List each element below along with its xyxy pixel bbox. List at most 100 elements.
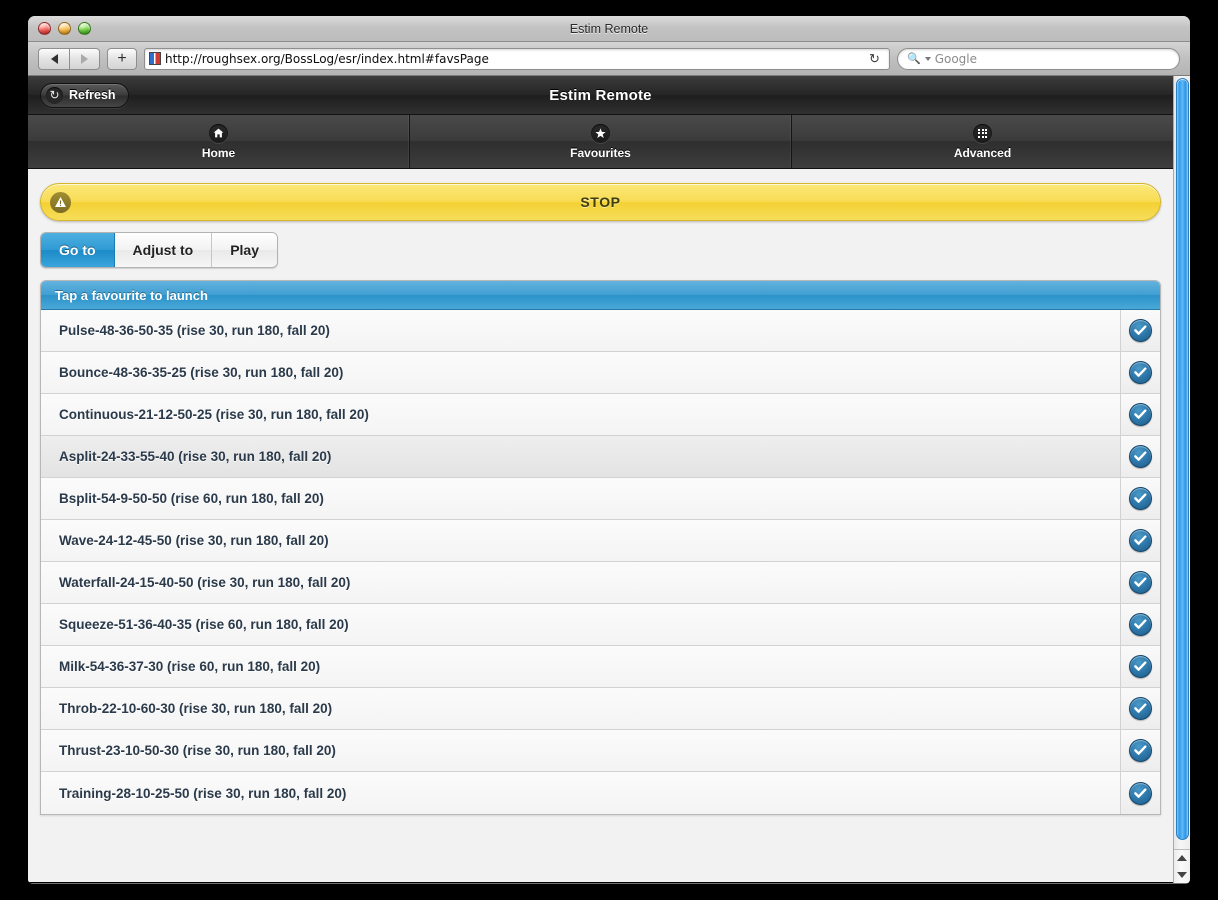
nav-item-advanced-label: Advanced: [953, 145, 1012, 160]
forward-button[interactable]: [69, 47, 100, 70]
navigation-buttons: [38, 47, 100, 70]
favourites-list: Tap a favourite to launch Pulse-48-36-50…: [40, 280, 1161, 815]
address-url-text: http://roughsex.org/BossLog/esr/index.ht…: [165, 51, 489, 66]
favourite-launch-button[interactable]: [1120, 772, 1160, 814]
check-circle-icon: [1129, 739, 1152, 762]
favourite-launch-button[interactable]: [1120, 730, 1160, 771]
nav-item-advanced[interactable]: Advanced: [792, 115, 1173, 168]
site-favicon-icon: [149, 52, 161, 65]
favourite-row[interactable]: Bounce-48-36-35-25 (rise 30, run 180, fa…: [41, 352, 1160, 394]
window-controls: [38, 22, 91, 35]
nav-item-favourites[interactable]: Favourites: [410, 115, 792, 168]
favourite-row-label: Wave-24-12-45-50 (rise 30, run 180, fall…: [59, 533, 329, 548]
favourite-row[interactable]: Bsplit-54-9-50-50 (rise 60, run 180, fal…: [41, 478, 1160, 520]
favourite-row[interactable]: Milk-54-36-37-30 (rise 60, run 180, fall…: [41, 646, 1160, 688]
favourite-launch-button[interactable]: [1120, 478, 1160, 519]
scroll-down-icon[interactable]: [1177, 871, 1187, 878]
favourite-row[interactable]: Waterfall-24-15-40-50 (rise 30, run 180,…: [41, 562, 1160, 604]
mode-selector: Go to Adjust to Play: [40, 232, 279, 268]
reload-icon[interactable]: ↻: [866, 51, 883, 67]
favourite-launch-button[interactable]: [1120, 310, 1160, 351]
page-viewport: ↻ Refresh Estim Remote Home Favourites A…: [28, 76, 1190, 883]
favourite-row[interactable]: Wave-24-12-45-50 (rise 30, run 180, fall…: [41, 520, 1160, 562]
page-title: Estim Remote: [549, 86, 652, 104]
main-nav-bar: Home Favourites Advanced: [28, 115, 1173, 169]
web-page: ↻ Refresh Estim Remote Home Favourites A…: [28, 76, 1173, 883]
favourites-list-rows: Pulse-48-36-50-35 (rise 30, run 180, fal…: [41, 310, 1160, 814]
check-circle-icon: [1129, 697, 1152, 720]
nav-item-home-label: Home: [201, 145, 236, 160]
favourite-launch-button[interactable]: [1120, 394, 1160, 435]
favourite-launch-button[interactable]: [1120, 520, 1160, 561]
close-window-button[interactable]: [38, 22, 51, 35]
page-scrollbar[interactable]: [1173, 76, 1190, 883]
favourite-row-label: Milk-54-36-37-30 (rise 60, run 180, fall…: [59, 659, 321, 674]
app-header: ↻ Refresh Estim Remote: [28, 76, 1173, 115]
window-title: Estim Remote: [569, 21, 649, 36]
favourite-row[interactable]: Squeeze-51-36-40-35 (rise 60, run 180, f…: [41, 604, 1160, 646]
nav-item-home[interactable]: Home: [28, 115, 410, 168]
favourite-row[interactable]: Pulse-48-36-50-35 (rise 30, run 180, fal…: [41, 310, 1160, 352]
search-placeholder-text: Google: [934, 51, 978, 66]
check-circle-icon: [1129, 571, 1152, 594]
alert-triangle-icon: [50, 191, 71, 213]
favourite-row-label: Bsplit-54-9-50-50 (rise 60, run 180, fal…: [59, 491, 324, 506]
favourite-row[interactable]: Thrust-23-10-50-30 (rise 30, run 180, fa…: [41, 730, 1160, 772]
search-field[interactable]: 🔍 Google: [897, 47, 1180, 70]
favourite-launch-button[interactable]: [1120, 562, 1160, 603]
favourite-row-label: Waterfall-24-15-40-50 (rise 30, run 180,…: [59, 575, 351, 590]
favourite-row-label: Throb-22-10-60-30 (rise 30, run 180, fal…: [59, 701, 333, 716]
segment-go-to[interactable]: Go to: [41, 233, 115, 267]
favourite-row-label: Asplit-24-33-55-40 (rise 30, run 180, fa…: [59, 449, 332, 464]
page-scrollbar-arrows: [1174, 849, 1190, 883]
favourite-row[interactable]: Continuous-21-12-50-25 (rise 30, run 180…: [41, 394, 1160, 436]
favourite-row-label: Continuous-21-12-50-25 (rise 30, run 180…: [59, 407, 369, 422]
back-arrow-icon: [50, 53, 58, 64]
address-bar[interactable]: http://roughsex.org/BossLog/esr/index.ht…: [144, 47, 890, 70]
page-content: STOP Go to Adjust to Play Tap a favourit…: [28, 169, 1173, 882]
grid-icon: [973, 123, 992, 143]
window-status-bar: [28, 883, 1190, 884]
segment-adjust-to[interactable]: Adjust to: [114, 233, 213, 267]
refresh-icon: ↻: [46, 86, 63, 104]
favourite-row[interactable]: Asplit-24-33-55-40 (rise 30, run 180, fa…: [41, 436, 1160, 478]
refresh-button[interactable]: ↻ Refresh: [40, 82, 129, 108]
back-button[interactable]: [38, 47, 69, 70]
new-tab-button[interactable]: +: [107, 47, 137, 70]
favourite-row-label: Squeeze-51-36-40-35 (rise 60, run 180, f…: [59, 617, 349, 632]
stop-button[interactable]: STOP: [40, 183, 1161, 221]
favourites-list-header: Tap a favourite to launch: [41, 281, 1160, 310]
check-circle-icon: [1129, 613, 1152, 636]
check-circle-icon: [1129, 529, 1152, 552]
favourite-launch-button[interactable]: [1120, 604, 1160, 645]
check-circle-icon: [1129, 319, 1152, 342]
check-circle-icon: [1129, 445, 1152, 468]
check-circle-icon: [1129, 361, 1152, 384]
window-titlebar[interactable]: Estim Remote: [28, 16, 1190, 42]
favourite-launch-button[interactable]: [1120, 436, 1160, 477]
segment-play[interactable]: Play: [212, 233, 278, 267]
favourite-row-label: Pulse-48-36-50-35 (rise 30, run 180, fal…: [59, 323, 330, 338]
favourite-launch-button[interactable]: [1120, 646, 1160, 687]
chevron-down-icon[interactable]: [924, 56, 931, 61]
favourite-row[interactable]: Throb-22-10-60-30 (rise 30, run 180, fal…: [41, 688, 1160, 730]
stop-button-label: STOP: [580, 194, 621, 210]
favourite-row-label: Thrust-23-10-50-30 (rise 30, run 180, fa…: [59, 743, 336, 758]
browser-toolbar: + http://roughsex.org/BossLog/esr/index.…: [28, 42, 1190, 76]
favourite-row-label: Bounce-48-36-35-25 (rise 30, run 180, fa…: [59, 365, 344, 380]
nav-item-favourites-label: Favourites: [570, 145, 631, 160]
scroll-up-icon[interactable]: [1177, 855, 1187, 862]
check-circle-icon: [1129, 781, 1152, 805]
favourite-launch-button[interactable]: [1120, 688, 1160, 729]
forward-arrow-icon: [81, 53, 88, 64]
refresh-button-label: Refresh: [69, 88, 116, 102]
favourite-row-label: Training-28-10-25-50 (rise 30, run 180, …: [59, 785, 347, 801]
home-icon: [209, 123, 228, 143]
page-scrollbar-thumb[interactable]: [1176, 78, 1189, 840]
check-circle-icon: [1129, 487, 1152, 510]
minimize-window-button[interactable]: [58, 22, 71, 35]
search-icon: 🔍: [907, 53, 921, 65]
favourite-launch-button[interactable]: [1120, 352, 1160, 393]
zoom-window-button[interactable]: [78, 22, 91, 35]
favourite-row[interactable]: Training-28-10-25-50 (rise 30, run 180, …: [41, 772, 1160, 814]
